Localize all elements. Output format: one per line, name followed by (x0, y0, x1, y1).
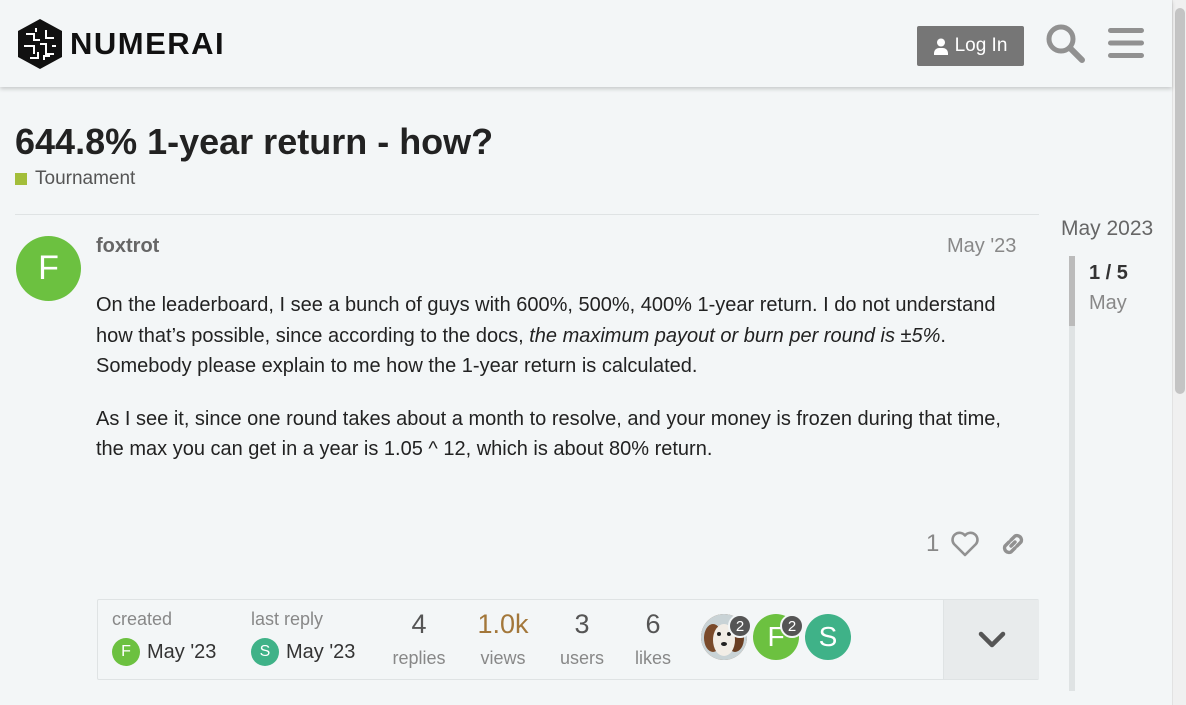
like-button[interactable] (950, 529, 980, 564)
summary-created[interactable]: created F May '23 (112, 609, 216, 666)
user-icon (933, 38, 948, 55)
numerai-logo[interactable]: NUMERAI (16, 18, 225, 70)
post-body: On the leaderboard, I see a bunch of guy… (96, 290, 1016, 487)
timeline-scroller-handle[interactable] (1069, 256, 1075, 326)
views-count: 1.0k (477, 609, 529, 639)
login-label: Log In (954, 35, 1008, 56)
replies-count: 4 (411, 609, 427, 639)
created-avatar: F (112, 638, 140, 666)
post-author-username[interactable]: foxtrot (96, 235, 159, 258)
stat-views: 1.0k views (471, 611, 535, 669)
post-paragraph-2: As I see it, since one round takes about… (96, 407, 1001, 461)
hamburger-menu-icon (1108, 28, 1144, 58)
numerai-logo-icon (18, 19, 62, 69)
created-date: May '23 (147, 640, 217, 663)
site-header: NUMERAI Log In (0, 0, 1172, 87)
category-color-swatch (15, 173, 27, 185)
participant-post-count: 2 (728, 614, 752, 638)
post-author-avatar[interactable]: F (16, 236, 81, 301)
timeline-start-date[interactable]: May 2023 (1061, 217, 1153, 241)
category-badge[interactable]: Tournament (15, 168, 135, 190)
participant-post-count: 2 (780, 614, 804, 638)
post-paragraph-1: On the leaderboard, I see a bunch of guy… (96, 290, 1016, 382)
views-label: views (480, 648, 526, 668)
stat-likes: 6 likes (630, 611, 676, 669)
last-reply-label: last reply (251, 609, 324, 629)
login-button[interactable]: Log In (917, 26, 1024, 66)
post-date[interactable]: May '23 (947, 235, 1016, 258)
p1-emphasis: the maximum payout or burn per round is … (529, 324, 941, 347)
search-button[interactable] (1044, 22, 1086, 64)
created-label: created (112, 609, 173, 629)
replies-label: replies (392, 648, 446, 668)
hamburger-menu-button[interactable] (1106, 24, 1146, 62)
page-scrollbar[interactable] (1172, 0, 1186, 705)
expand-summary-button[interactable] (943, 600, 1039, 679)
participant-avatar-s[interactable]: S (805, 614, 851, 660)
logo-text: NUMERAI (70, 26, 226, 61)
link-icon (1002, 533, 1024, 555)
last-reply-date: May '23 (286, 640, 356, 663)
likes-label: likes (634, 648, 671, 668)
stat-replies: 4 replies (388, 611, 450, 669)
users-count: 3 (574, 609, 590, 639)
scrollbar-thumb[interactable] (1175, 8, 1185, 394)
summary-last-reply[interactable]: last reply S May '23 (251, 609, 355, 666)
topic-title[interactable]: 644.8% 1-year return - how? (15, 121, 493, 163)
last-reply-avatar: S (251, 638, 279, 666)
timeline-month: May (1089, 292, 1127, 314)
share-link-button[interactable] (998, 529, 1028, 564)
post-divider (15, 214, 1039, 215)
timeline-position: 1 / 5 (1089, 262, 1128, 284)
avatar-letter: F (38, 249, 59, 287)
heart-icon (951, 531, 979, 557)
chevron-down-icon (978, 631, 1005, 647)
post-like-count[interactable]: 1 (926, 530, 939, 558)
category-name: Tournament (35, 168, 136, 189)
search-icon (1046, 24, 1085, 63)
likes-count: 6 (645, 609, 661, 639)
topic-summary-map: created F May '23 last reply S May '23 4… (97, 599, 1039, 680)
stat-users: 3 users (554, 611, 610, 669)
users-label: users (559, 648, 604, 668)
